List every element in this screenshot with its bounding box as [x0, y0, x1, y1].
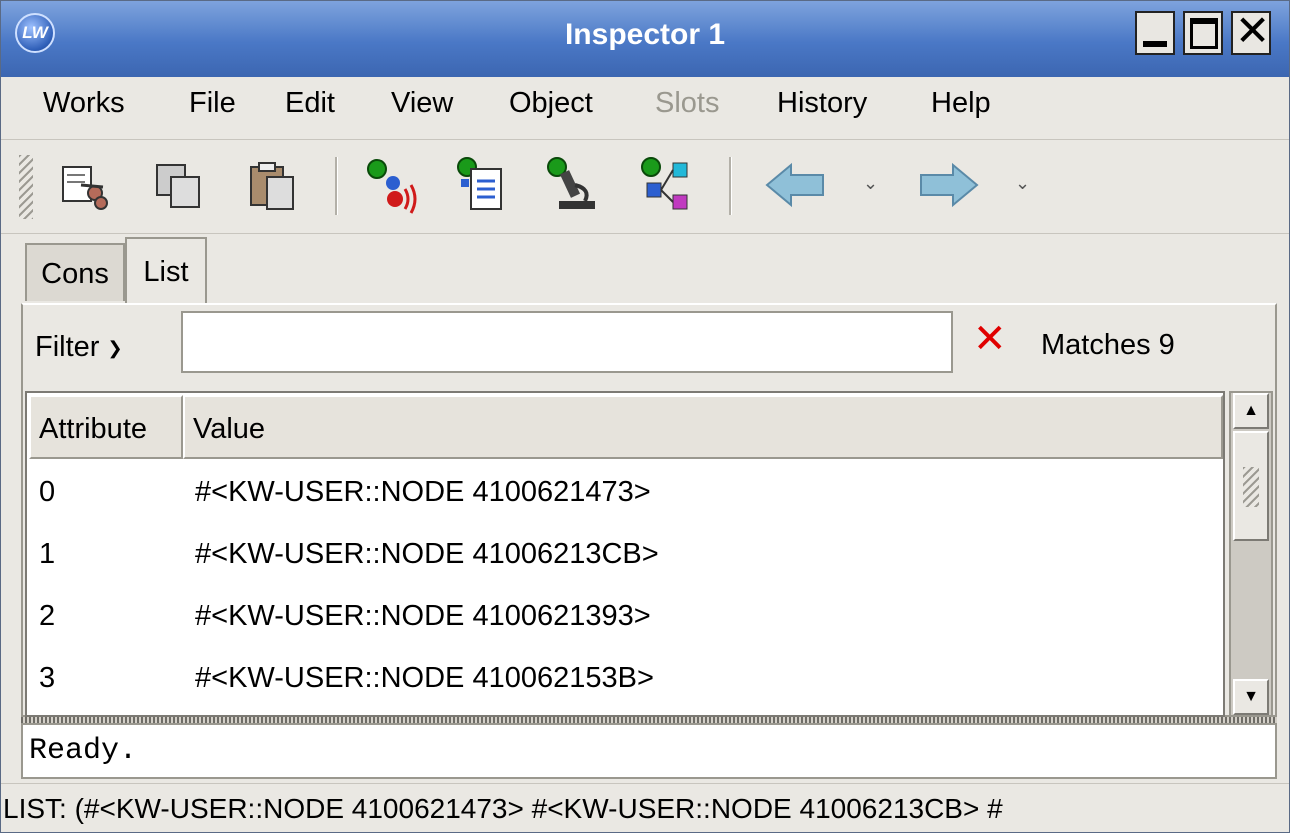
list-panel: Filter ❯ ✕ Matches 9 Attribute Value 0 #… — [21, 303, 1277, 717]
menu-help[interactable]: Help — [931, 87, 991, 120]
filter-menu-button[interactable]: Filter ❯ — [35, 331, 123, 364]
menu-bar: Works File Edit View Object Slots Histor… — [1, 77, 1289, 140]
vertical-scrollbar[interactable]: ▲ ▼ — [1229, 391, 1273, 717]
object-sound-button[interactable] — [363, 155, 419, 215]
inspector-window: LW Inspector 1 ✕ Works File Edit View Ob… — [0, 0, 1290, 833]
copy-icon — [156, 164, 200, 208]
object-sound-icon — [367, 159, 417, 214]
table-row[interactable]: 2 #<KW-USER::NODE 4100621393> — [29, 585, 1219, 647]
attribute-cell: 0 — [39, 476, 56, 508]
menu-view[interactable]: View — [391, 87, 453, 120]
attribute-cell: 3 — [39, 662, 56, 694]
tab-list[interactable]: List — [125, 237, 207, 305]
toolbar-grip[interactable] — [19, 155, 33, 219]
close-icon: ✕ — [1235, 7, 1271, 54]
cut-button[interactable] — [57, 155, 113, 215]
forward-button[interactable] — [913, 155, 983, 215]
clear-filter-icon[interactable]: ✕ — [973, 319, 1007, 359]
scroll-down-arrow[interactable]: ▼ — [1233, 679, 1269, 715]
tab-cons[interactable]: Cons — [25, 243, 125, 301]
back-arrow-icon — [765, 162, 824, 208]
scroll-up-arrow[interactable]: ▲ — [1233, 393, 1269, 429]
paste-icon — [250, 162, 294, 210]
title-bar[interactable]: LW Inspector 1 ✕ — [1, 1, 1289, 77]
printed-representation: LIST: (#<KW-USER::NODE 4100621473> #<KW-… — [1, 783, 1289, 832]
back-history-dropdown[interactable]: ⌄ — [863, 173, 878, 194]
grip-icon — [1243, 467, 1259, 507]
cut-icon — [62, 166, 108, 210]
attribute-cell: 2 — [39, 600, 56, 632]
value-cell: #<KW-USER::NODE 4100621473> — [195, 476, 651, 508]
column-header-value[interactable]: Value — [183, 395, 1223, 459]
object-list-button[interactable] — [455, 155, 511, 215]
menu-edit[interactable]: Edit — [285, 87, 335, 120]
table-row[interactable]: 0 #<KW-USER::NODE 4100621473> — [29, 461, 1219, 523]
menu-object[interactable]: Object — [509, 87, 593, 120]
menu-works[interactable]: Works — [43, 87, 125, 120]
menu-file[interactable]: File — [189, 87, 236, 120]
attribute-cell: 1 — [39, 538, 56, 570]
maximize-button[interactable] — [1183, 11, 1223, 55]
menu-slots[interactable]: Slots — [655, 87, 719, 120]
minimize-button[interactable] — [1135, 11, 1175, 55]
chevron-down-icon: ❯ — [107, 337, 123, 358]
column-header-attribute[interactable]: Attribute — [29, 395, 183, 459]
object-inspect-icon — [547, 157, 595, 209]
object-tree-button[interactable] — [639, 155, 695, 215]
table-row[interactable]: 1 #<KW-USER::NODE 41006213CB> — [29, 523, 1219, 585]
value-cell: #<KW-USER::NODE 4100621393> — [195, 600, 651, 632]
back-button[interactable] — [761, 155, 831, 215]
paste-button[interactable] — [245, 155, 301, 215]
forward-history-dropdown[interactable]: ⌄ — [1015, 173, 1030, 194]
toolbar-separator — [729, 157, 732, 215]
filter-label: Filter — [35, 331, 100, 363]
table-row[interactable]: 3 #<KW-USER::NODE 410062153B> — [29, 647, 1219, 709]
close-window-button[interactable]: ✕ — [1231, 7, 1271, 55]
value-cell: #<KW-USER::NODE 410062153B> — [195, 662, 654, 694]
filter-input[interactable] — [181, 311, 953, 373]
menu-history[interactable]: History — [777, 87, 867, 120]
toolbar: ⌄ ⌄ — [1, 141, 1289, 234]
object-tree-icon — [641, 157, 688, 210]
window-title: Inspector 1 — [564, 18, 726, 51]
status-message: Ready. — [21, 723, 1277, 779]
forward-arrow-icon — [920, 162, 979, 208]
scrollbar-thumb[interactable] — [1233, 431, 1269, 541]
value-cell: #<KW-USER::NODE 41006213CB> — [195, 538, 659, 570]
object-list-icon — [457, 157, 502, 210]
object-inspect-button[interactable] — [545, 155, 601, 215]
copy-button[interactable] — [151, 155, 207, 215]
toolbar-separator — [335, 157, 338, 215]
matches-count: Matches 9 — [1041, 329, 1175, 361]
attribute-table[interactable]: Attribute Value 0 #<KW-USER::NODE 410062… — [25, 391, 1225, 717]
